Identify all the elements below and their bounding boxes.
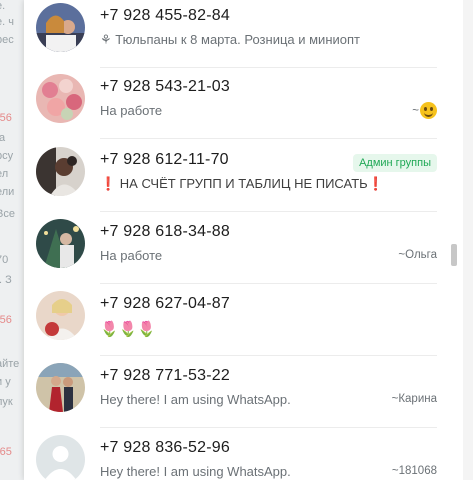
list-item[interactable]: +7 928 771-53-22 Hey there! I am using W…: [24, 355, 463, 428]
contact-note: ~Ольга: [398, 249, 437, 261]
avatar: [36, 74, 85, 123]
contact-note: ~Карина: [391, 393, 437, 405]
list-item[interactable]: +7 928 627-04-87 🌷🌷🌷: [24, 283, 463, 356]
list-item[interactable]: +7 928 543-21-03 На работе ~: [24, 66, 463, 139]
avatar: [36, 291, 85, 340]
avatar: [36, 219, 85, 268]
avatar: [36, 3, 85, 52]
contact-status: 🌷🌷🌷: [100, 321, 157, 338]
list-item[interactable]: +7 928 618-34-88 На работе ~Ольга: [24, 211, 463, 284]
contact-phone: +7 928 771-53-22: [100, 367, 230, 384]
admin-badge: Админ группы: [353, 154, 437, 172]
contact-phone: +7 928 836-52-96: [100, 439, 230, 456]
contact-note: ~181068: [391, 465, 437, 477]
right-gutter: [463, 0, 473, 480]
contact-status: ⚘ Тюльпаны к 8 марта. Розница и миниопт: [100, 32, 360, 47]
default-user-avatar-icon: [36, 435, 85, 480]
contact-status: Hey there! I am using WhatsApp.: [100, 392, 291, 407]
avatar: [36, 363, 85, 412]
group-participants-list: +7 928 455-82-84 ⚘ Тюльпаны к 8 марта. Р…: [24, 0, 463, 480]
smiling-face-emoji-icon: [420, 102, 437, 119]
contact-phone: +7 928 627-04-87: [100, 295, 230, 312]
contact-phone: +7 928 543-21-03: [100, 78, 230, 95]
contact-note: ~: [412, 102, 437, 119]
scrollbar[interactable]: [451, 244, 457, 266]
list-item[interactable]: +7 928 455-82-84 ⚘ Тюльпаны к 8 марта. Р…: [24, 0, 463, 68]
contact-phone: +7 928 618-34-88: [100, 223, 230, 240]
contact-status: На работе: [100, 248, 163, 263]
avatar: [36, 147, 85, 196]
contact-status: ❗ НА СЧЁТ ГРУПП И ТАБЛИЦ НЕ ПИСАТЬ❗: [100, 176, 384, 191]
contact-phone: +7 928 455-82-84: [100, 7, 230, 24]
background-chat-strip: е. е. ч рес -56 ta bcy ел ели Все 70 .. …: [0, 0, 24, 480]
list-item[interactable]: +7 928 612-11-70 Админ группы ❗ НА СЧЁТ …: [24, 139, 463, 212]
contact-status: Hey there! I am using WhatsApp.: [100, 464, 291, 479]
list-item[interactable]: +7 928 836-52-96 Hey there! I am using W…: [24, 427, 463, 480]
contact-status: На работе: [100, 103, 163, 118]
contact-phone: +7 928 612-11-70: [100, 151, 229, 168]
